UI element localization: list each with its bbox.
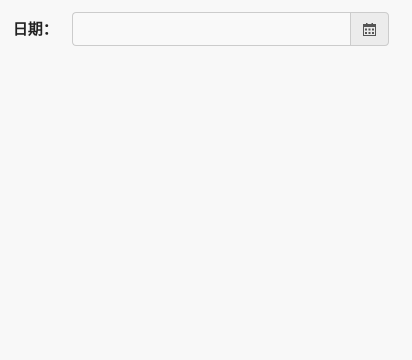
date-form-row: 日期：	[0, 12, 412, 46]
date-input[interactable]	[72, 12, 350, 46]
calendar-button[interactable]	[350, 12, 389, 46]
date-label: 日期：	[13, 20, 59, 38]
calendar-icon	[363, 22, 376, 36]
date-input-group	[72, 12, 389, 46]
